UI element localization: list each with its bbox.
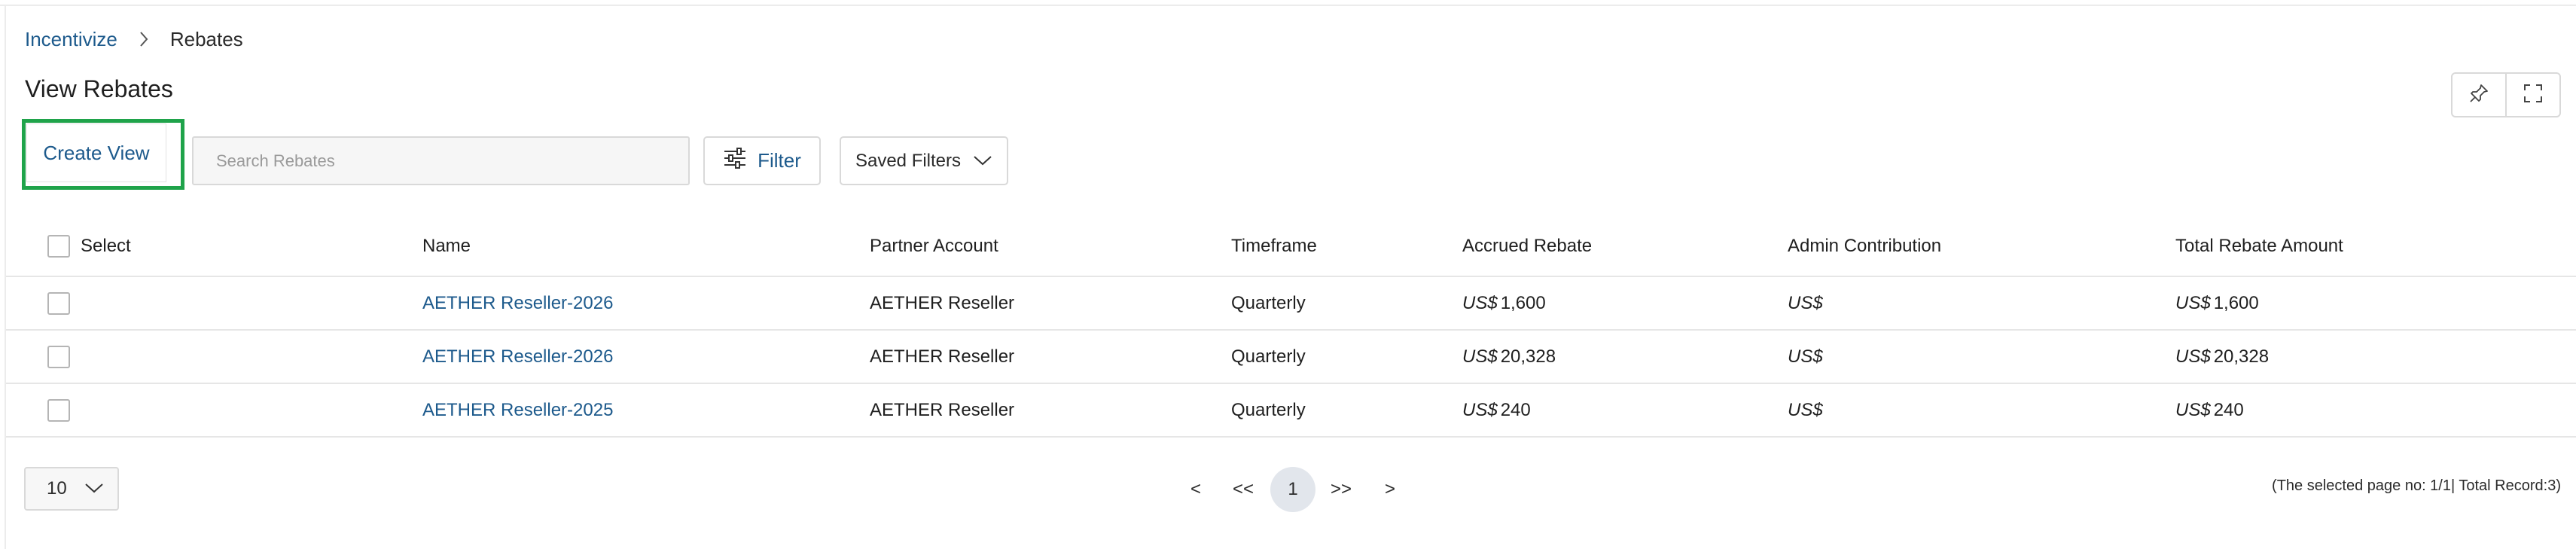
filter-label: Filter	[758, 149, 801, 172]
amount-value: 20,328	[1500, 346, 1556, 367]
rebate-name-link[interactable]: AETHER Reseller-2025	[422, 384, 613, 436]
column-header-partner-account[interactable]: Partner Account	[870, 217, 998, 276]
column-header-timeframe[interactable]: Timeframe	[1231, 217, 1317, 276]
sliders-icon	[723, 147, 747, 175]
rebate-name-link[interactable]: AETHER Reseller-2026	[422, 277, 613, 329]
currency-symbol: US$	[1788, 292, 1823, 313]
amount-value: 1,600	[1500, 292, 1546, 313]
breadcrumb-incentivize-link[interactable]: Incentivize	[25, 28, 117, 51]
fullscreen-button[interactable]	[2505, 74, 2559, 116]
rebate-name-link[interactable]: AETHER Reseller-2026	[422, 331, 613, 383]
currency-symbol: US$	[2175, 292, 2211, 313]
column-header-admin-contribution[interactable]: Admin Contribution	[1788, 217, 1941, 276]
left-border	[0, 6, 6, 549]
accrued-rebate-cell: US$ 1,600	[1462, 277, 1546, 329]
row-select-cell	[47, 331, 70, 383]
table-row: AETHER Reseller-2025 AETHER Reseller Qua…	[6, 384, 2576, 438]
page-size-select[interactable]: 10	[24, 467, 119, 511]
amount-value: 240	[2213, 399, 2244, 420]
top-border	[0, 0, 2576, 6]
chevron-down-icon	[973, 151, 992, 172]
filter-button[interactable]: Filter	[703, 136, 821, 185]
rebates-page: Incentivize Rebates View Rebates Create …	[0, 0, 2576, 549]
pager-prev-button[interactable]: <	[1182, 467, 1209, 512]
total-rebate-amount-cell: US$ 240	[2175, 384, 2244, 436]
column-header-total-rebate-amount[interactable]: Total Rebate Amount	[2175, 217, 2343, 276]
row-select-cell	[47, 277, 70, 329]
table-row: AETHER Reseller-2026 AETHER Reseller Qua…	[6, 277, 2576, 331]
chevron-down-icon	[84, 478, 104, 499]
pager-last-button[interactable]: >>	[1324, 467, 1358, 512]
pin-icon	[2468, 82, 2490, 108]
amount-value: 240	[1500, 399, 1531, 420]
timeframe-cell: Quarterly	[1231, 399, 1306, 420]
accrued-rebate-cell: US$ 20,328	[1462, 331, 1556, 383]
row-checkbox[interactable]	[47, 291, 70, 315]
pager-next-button[interactable]: >	[1376, 467, 1404, 512]
partner-account-cell: AETHER Reseller	[870, 346, 1015, 367]
admin-contribution-cell: US$	[1788, 277, 1826, 329]
pagination-status: (The selected page no: 1/1| Total Record…	[2272, 477, 2561, 494]
rebates-table: Select Name Partner Account Timeframe Ac…	[6, 217, 2576, 438]
currency-symbol: US$	[1788, 399, 1823, 420]
row-checkbox[interactable]	[47, 345, 70, 368]
total-rebate-amount-cell: US$ 20,328	[2175, 331, 2269, 383]
pager-current-page[interactable]: 1	[1270, 467, 1315, 512]
currency-symbol: US$	[2175, 346, 2211, 367]
page-title: View Rebates	[25, 75, 173, 102]
column-header-select: Select	[81, 236, 131, 256]
select-all-cell: Select	[47, 217, 131, 276]
row-checkbox[interactable]	[47, 398, 70, 422]
amount-value: 1,600	[2213, 292, 2259, 313]
pager-first-button[interactable]: <<	[1226, 467, 1261, 512]
column-header-name[interactable]: Name	[422, 217, 471, 276]
currency-symbol: US$	[2175, 399, 2211, 420]
breadcrumb-current: Rebates	[169, 27, 243, 50]
total-rebate-amount-cell: US$ 1,600	[2175, 277, 2259, 329]
page-size-value: 10	[47, 478, 67, 499]
amount-value: 20,328	[2213, 346, 2270, 367]
pin-button[interactable]	[2453, 74, 2505, 116]
column-header-accrued-rebate[interactable]: Accrued Rebate	[1462, 217, 1592, 276]
search-rebates-input[interactable]	[192, 136, 690, 185]
admin-contribution-cell: US$	[1788, 384, 1826, 436]
partner-account-cell: AETHER Reseller	[870, 399, 1015, 420]
view-actions	[2451, 72, 2561, 117]
chevron-right-icon	[137, 31, 151, 47]
breadcrumb: Incentivize Rebates	[25, 24, 243, 54]
table-header-row: Select Name Partner Account Timeframe Ac…	[6, 217, 2576, 277]
currency-symbol: US$	[1462, 292, 1498, 313]
saved-filters-dropdown[interactable]: Saved Filters	[840, 136, 1008, 185]
row-select-cell	[47, 384, 70, 436]
table-row: AETHER Reseller-2026 AETHER Reseller Qua…	[6, 331, 2576, 384]
partner-account-cell: AETHER Reseller	[870, 292, 1015, 313]
currency-symbol: US$	[1462, 346, 1498, 367]
fullscreen-icon	[2522, 82, 2544, 108]
timeframe-cell: Quarterly	[1231, 346, 1306, 367]
create-view-button[interactable]: Create View	[26, 124, 166, 182]
timeframe-cell: Quarterly	[1231, 292, 1306, 313]
accrued-rebate-cell: US$ 240	[1462, 384, 1531, 436]
currency-symbol: US$	[1788, 346, 1823, 367]
admin-contribution-cell: US$	[1788, 331, 1826, 383]
currency-symbol: US$	[1462, 399, 1498, 420]
select-all-checkbox[interactable]	[47, 235, 70, 258]
saved-filters-label: Saved Filters	[855, 150, 962, 171]
